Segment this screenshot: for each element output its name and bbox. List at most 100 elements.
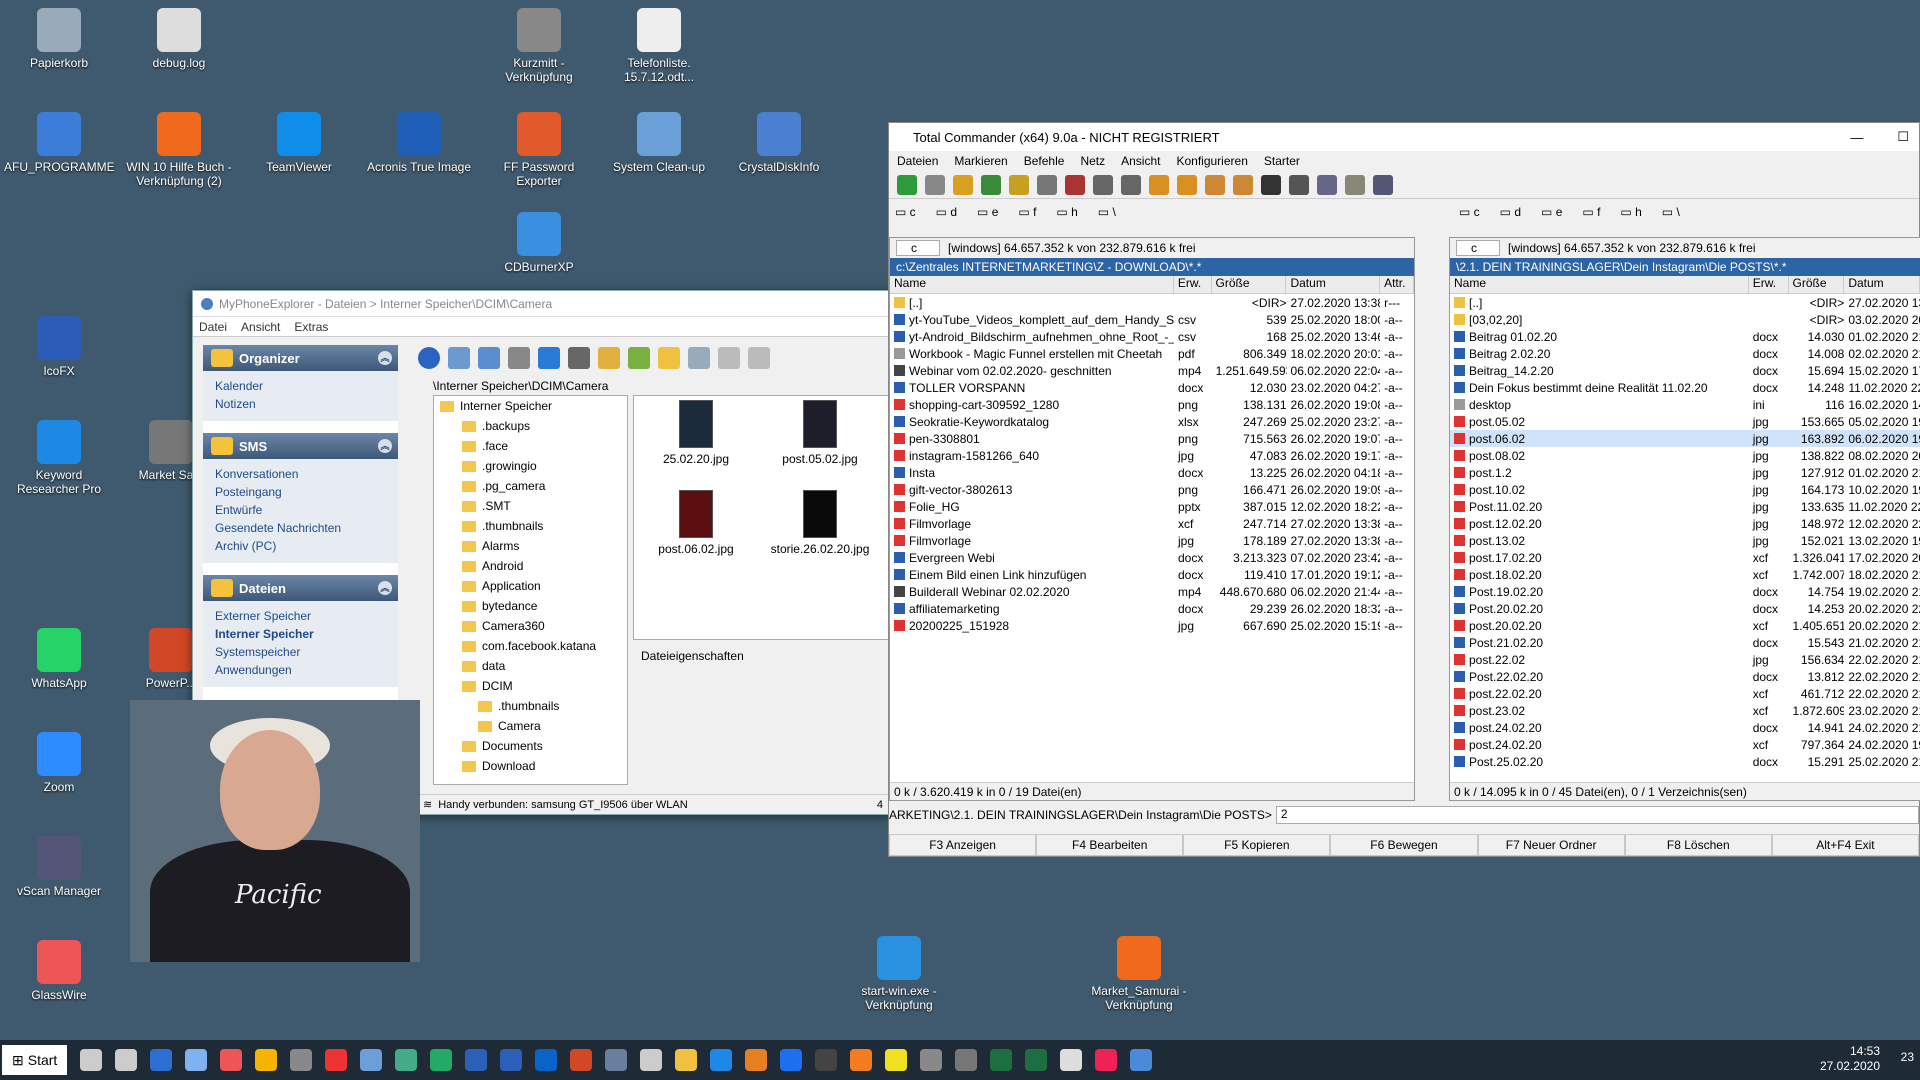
fkey-button[interactable]: F8 Löschen [1624,834,1772,856]
messenger-icon[interactable] [185,1049,208,1071]
folder-up-icon[interactable] [628,347,650,369]
refresh-icon[interactable] [897,174,917,195]
sidebar-link[interactable]: Entwürfe [215,501,386,519]
file-row[interactable]: Einem Bild einen Link hinzufügen docx 119.… [890,566,1414,583]
desktop-icon[interactable]: Papierkorb [4,8,114,70]
sidebar-link[interactable]: Kalender [215,377,386,395]
desktop-icon[interactable]: Market_Samurai - Verknüpfung [1084,936,1194,1012]
tree-folder[interactable]: .SMT [434,496,627,516]
desktop-icon[interactable]: GlassWire [4,940,114,1002]
settings-icon[interactable] [290,1049,313,1071]
fkey-button[interactable]: F5 Kopieren [1183,834,1331,856]
file-row[interactable]: Workbook - Magic Funnel erstellen mit Ch… [890,345,1414,362]
start-button[interactable]: ⊞ Start [2,1045,68,1075]
sidebar-link[interactable]: Konversationen [215,465,386,483]
skype-icon[interactable] [150,1049,173,1071]
photo-thumbnail[interactable]: post.06.02.jpg [636,490,756,556]
tree-folder[interactable]: Application [434,576,627,596]
desktop-icon[interactable]: TeamViewer [244,112,354,174]
tree-folder[interactable]: Interner Speicher [434,396,627,416]
notepad-icon[interactable] [1373,174,1393,195]
file-row[interactable]: Insta docx 13.225 26.02.2020 04:18 -a-- [890,464,1414,481]
tc-menu-item[interactable]: Dateien [897,154,938,168]
file-row[interactable]: [03,02,20] <DIR>03.02.2020 20:2 [1450,311,1920,328]
excel-icon[interactable] [1025,1049,1048,1071]
file-row[interactable]: post.12.02.20 jpg 148.97212.02.2020 22:1 [1450,515,1920,532]
file-row[interactable]: yt-YouTube_Videos_komplett_auf_dem_Handy… [890,311,1414,328]
col-ext[interactable]: Erw. [1749,276,1789,293]
ftp-icon[interactable] [1345,174,1365,195]
tree-folder[interactable]: .thumbnails [434,516,627,536]
sidebar-link[interactable]: Notizen [215,395,386,413]
fkey-button[interactable]: F3 Anzeigen [889,834,1037,856]
maximize-icon[interactable]: ☐ [1897,129,1909,145]
file-row[interactable]: gift-vector-3802613 png 166.471 26.02.2020 … [890,481,1414,498]
sync-icon[interactable] [478,347,500,369]
word-icon[interactable] [465,1049,488,1071]
file-row[interactable]: Beitrag 01.02.20 docx 14.03001.02.2020 21:… [1450,328,1920,345]
right-drive-select[interactable]: c [1456,240,1500,256]
phone-explorer-icon[interactable] [220,1049,243,1071]
drive-button[interactable]: ▭ e [977,205,998,219]
chrome-icon[interactable] [255,1049,278,1071]
media-player-icon[interactable] [710,1049,733,1071]
tree-folder[interactable]: DCIM [434,676,627,696]
drive-button[interactable]: ▭ e [1541,205,1562,219]
minimize-icon[interactable]: — [1850,130,1863,145]
file-row[interactable]: Post.11.02.20 jpg 133.63511.02.2020 22:1 [1450,498,1920,515]
tc-menu-item[interactable]: Markieren [954,154,1007,168]
group-header-1[interactable]: SMS ︽ [203,433,398,459]
tree-folder[interactable]: Documents [434,736,627,756]
file-row[interactable]: [..] <DIR>27.02.2020 13:3 [1450,294,1920,311]
v-icon[interactable] [780,1049,803,1071]
sidebar-link[interactable]: Gesendete Nachrichten [215,519,386,537]
fkey-button[interactable]: F4 Bearbeiten [1036,834,1184,856]
desktop-icon[interactable]: CDBurnerXP [484,212,594,274]
drive-button[interactable]: ▭ f [1582,205,1600,219]
fkey-button[interactable]: Alt+F4 Exit [1771,834,1919,856]
drive-button[interactable]: ▭ c [1459,205,1480,219]
chrome-icon[interactable] [395,1049,418,1071]
desktop-icon[interactable]: CrystalDiskInfo [724,112,834,174]
edge-icon[interactable] [1130,1049,1153,1071]
sidebar-link[interactable]: Externer Speicher [215,607,386,625]
copy-paths-icon[interactable] [1233,174,1253,195]
col-name[interactable]: Name [1450,276,1749,293]
tree-folder[interactable]: Android [434,556,627,576]
desktop-icon[interactable]: WIN 10 Hilfe Buch - Verknüpfung (2) [124,112,234,188]
fkey-button[interactable]: F6 Bewegen [1330,834,1478,856]
grid-view-icon[interactable] [718,347,740,369]
refresh-icon[interactable] [418,347,440,369]
drive-button[interactable]: ▭ \ [1662,205,1680,219]
tree-icon[interactable] [953,174,973,195]
file-row[interactable]: post.1.2 jpg 127.91201.02.2020 21:3 [1450,464,1920,481]
file-row[interactable]: Webinar vom 02.02.2020- geschnitten mp4 1.… [890,362,1414,379]
collapse-icon[interactable]: ︽ [378,439,392,453]
file-row[interactable]: affiliatemarketing docx 29.239 26.02.2020 1… [890,600,1414,617]
desktop-icon[interactable]: Telefonliste. 15.7.12.odt... [604,8,714,84]
new-folder-icon[interactable] [598,347,620,369]
sidebar-link[interactable]: Archiv (PC) [215,537,386,555]
unpack-icon[interactable] [1065,174,1085,195]
file-row[interactable]: Filmvorlage jpg 178.189 27.02.2020 13:38 -a-… [890,532,1414,549]
file-row[interactable]: post.20.02.20 xcf 1.405.65120.02.2020 21:3 [1450,617,1920,634]
terminal-icon[interactable] [815,1049,838,1071]
col-attr[interactable]: Attr. [1380,276,1414,293]
thumbnail-view-icon[interactable] [688,347,710,369]
desktop-icon[interactable]: System Clean-up [604,112,714,174]
notepad-icon[interactable] [360,1049,383,1071]
group-header-0[interactable]: Organizer ︽ [203,345,398,371]
photo-thumbnail[interactable]: post.05.02.jpg [760,400,880,466]
firefox-icon[interactable] [850,1049,873,1071]
delete-icon[interactable] [568,347,590,369]
file-row[interactable]: post.17.02.20 xcf 1.326.04117.02.2020 20:0 [1450,549,1920,566]
file-explorer-icon[interactable] [675,1049,698,1071]
file-row[interactable]: 20200225_151928 jpg 667.690 25.02.2020 15:1… [890,617,1414,634]
photo-thumbnail[interactable]: 25.02.20.jpg [636,400,756,466]
copy-names-icon[interactable] [1205,174,1225,195]
desktop-icon[interactable]: WhatsApp [4,628,114,690]
instagram-icon[interactable] [1060,1049,1083,1071]
file-row[interactable]: post.18.02.20 xcf 1.742.00718.02.2020 21:3 [1450,566,1920,583]
tree-folder[interactable]: Camera [434,716,627,736]
col-name[interactable]: Name [890,276,1174,293]
